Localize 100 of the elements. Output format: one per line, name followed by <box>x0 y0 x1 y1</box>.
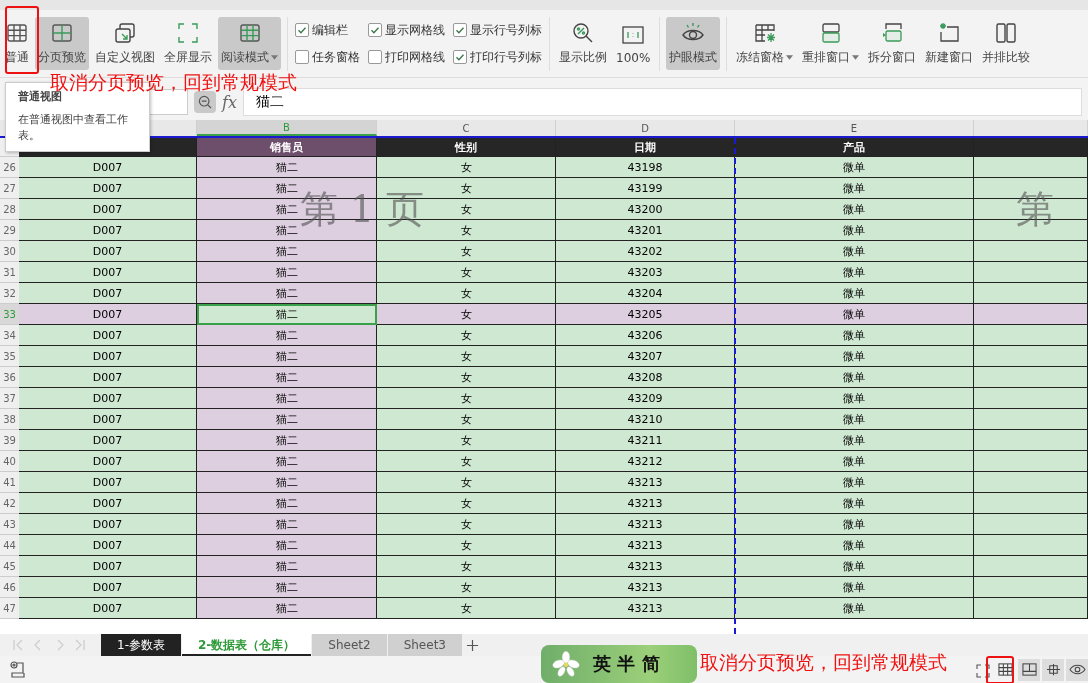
sheet-tab[interactable]: Sheet3 <box>387 634 462 656</box>
row-number[interactable]: 39 <box>0 430 19 451</box>
row-number[interactable]: 31 <box>0 262 19 283</box>
row-number[interactable]: 27 <box>0 178 19 199</box>
view-button[interactable]: 阅读模式 <box>218 17 281 70</box>
view-button[interactable]: 普通 <box>2 17 32 70</box>
table-cell: D007 <box>19 220 197 241</box>
zoom-out-icon[interactable] <box>194 91 216 113</box>
checkbox-option[interactable]: 显示网格线 <box>367 20 446 40</box>
sheet-tab[interactable]: Sheet2 <box>312 634 387 656</box>
window-button[interactable]: 新建窗口 <box>922 17 977 70</box>
row-number[interactable]: 41 <box>0 472 19 493</box>
table-cell: 43213 <box>556 535 735 556</box>
header-cell: 性别 <box>377 138 556 157</box>
checkbox[interactable] <box>453 23 467 37</box>
table-cell: 微单 <box>735 472 974 493</box>
table-cell: 猫二 <box>197 388 377 409</box>
view-button[interactable]: 分页预览 <box>35 17 89 70</box>
view-mode-button[interactable] <box>1066 658 1088 681</box>
checkbox-option[interactable]: 打印网格线 <box>367 47 446 67</box>
row-number[interactable]: 26 <box>0 157 19 178</box>
view-button[interactable]: 全屏显示 <box>161 17 215 70</box>
row-number[interactable]: 34 <box>0 325 19 346</box>
macro-icon[interactable] <box>8 659 28 680</box>
view-mode-button[interactable] <box>1042 658 1064 681</box>
view-mode-button[interactable] <box>1018 658 1040 681</box>
function-label[interactable]: fx <box>222 92 237 112</box>
table-cell: 女 <box>377 514 556 535</box>
zoom-button[interactable]: 显示比例 <box>556 17 610 70</box>
table-cell: D007 <box>19 367 197 388</box>
table-cell: 女 <box>377 577 556 598</box>
table-cell: 43199 <box>556 178 735 199</box>
window-button[interactable]: 重排窗口 <box>799 17 863 70</box>
table-cell: 43201 <box>556 220 735 241</box>
table-cell: 女 <box>377 241 556 262</box>
table-cell: 猫二 <box>197 577 377 598</box>
checkbox[interactable] <box>453 50 467 64</box>
table-cell: 43213 <box>556 493 735 514</box>
table-cell: D007 <box>19 178 197 199</box>
table-cell: 微单 <box>735 493 974 514</box>
row-number[interactable]: 35 <box>0 346 19 367</box>
checkbox-option[interactable]: 打印行号列标 <box>452 47 543 67</box>
row-number[interactable]: 47 <box>0 598 19 619</box>
checkbox-option[interactable]: 显示行号列标 <box>452 20 543 40</box>
checkbox[interactable] <box>368 23 382 37</box>
table-cell: 女 <box>377 493 556 514</box>
table-cell: 女 <box>377 535 556 556</box>
table-cell: 猫二 <box>197 472 377 493</box>
table-cell: 猫二 <box>197 157 377 178</box>
row-number[interactable]: 42 <box>0 493 19 514</box>
side-by-side-icon <box>994 21 1019 45</box>
table-cell: 女 <box>377 409 556 430</box>
row-number[interactable]: 32 <box>0 283 19 304</box>
table-cell: 微单 <box>735 220 974 241</box>
eye-mode-button[interactable]: 护眼模式 <box>666 17 721 70</box>
table-cell: D007 <box>19 241 197 262</box>
checkbox-option[interactable]: 任务窗格 <box>294 47 361 67</box>
tooltip-text: 在普通视图中查看工作表。 <box>18 112 129 144</box>
table-cell: 女 <box>377 430 556 451</box>
checkbox[interactable] <box>368 50 382 64</box>
row-number[interactable]: 28 <box>0 199 19 220</box>
highlight-frame <box>5 6 39 74</box>
checkbox-option[interactable]: 编辑栏 <box>294 20 361 40</box>
table-cell: 43207 <box>556 346 735 367</box>
row-number[interactable]: 38 <box>0 409 19 430</box>
table-cell: 微单 <box>735 409 974 430</box>
zoom-button[interactable]: 100% <box>613 18 654 69</box>
table-cell: 微单 <box>735 346 974 367</box>
view-button[interactable]: 自定义视图 <box>92 17 158 70</box>
window-button[interactable]: 拆分窗口 <box>865 17 920 70</box>
row-number[interactable]: 29 <box>0 220 19 241</box>
row-number[interactable]: 43 <box>0 514 19 535</box>
checkbox[interactable] <box>295 23 309 37</box>
table-cell: 43213 <box>556 598 735 619</box>
table-cell: 微单 <box>735 178 974 199</box>
table-cell: 猫二 <box>197 493 377 514</box>
input-method-bar[interactable]: 英 半 简 <box>541 645 697 683</box>
checkbox[interactable] <box>295 50 309 64</box>
table-cell: 微单 <box>735 157 974 178</box>
row-number[interactable]: 36 <box>0 367 19 388</box>
window-button[interactable]: 并排比较 <box>979 17 1034 70</box>
table-cell: 猫二 <box>197 325 377 346</box>
table-cell: 女 <box>377 367 556 388</box>
row-number[interactable]: 44 <box>0 535 19 556</box>
table-cell: 43209 <box>556 388 735 409</box>
fullscreen-icon[interactable] <box>976 662 990 677</box>
freeze-grid-icon <box>752 21 777 45</box>
table-cell: 微单 <box>735 367 974 388</box>
row-number[interactable]: 40 <box>0 451 19 472</box>
row-number[interactable]: 46 <box>0 577 19 598</box>
window-button[interactable]: 冻结窗格 <box>733 17 797 70</box>
table-cell: 微单 <box>735 241 974 262</box>
table-cell: D007 <box>19 577 197 598</box>
row-number[interactable]: 30 <box>0 241 19 262</box>
sheet-tab[interactable]: 1-参数表 <box>101 634 181 656</box>
sheet-tab[interactable]: 2-数据表（仓库） <box>181 634 312 656</box>
row-number[interactable]: 45 <box>0 556 19 577</box>
row-number[interactable]: 37 <box>0 388 19 409</box>
table-cell: 猫二 <box>197 430 377 451</box>
table-cell: D007 <box>19 199 197 220</box>
